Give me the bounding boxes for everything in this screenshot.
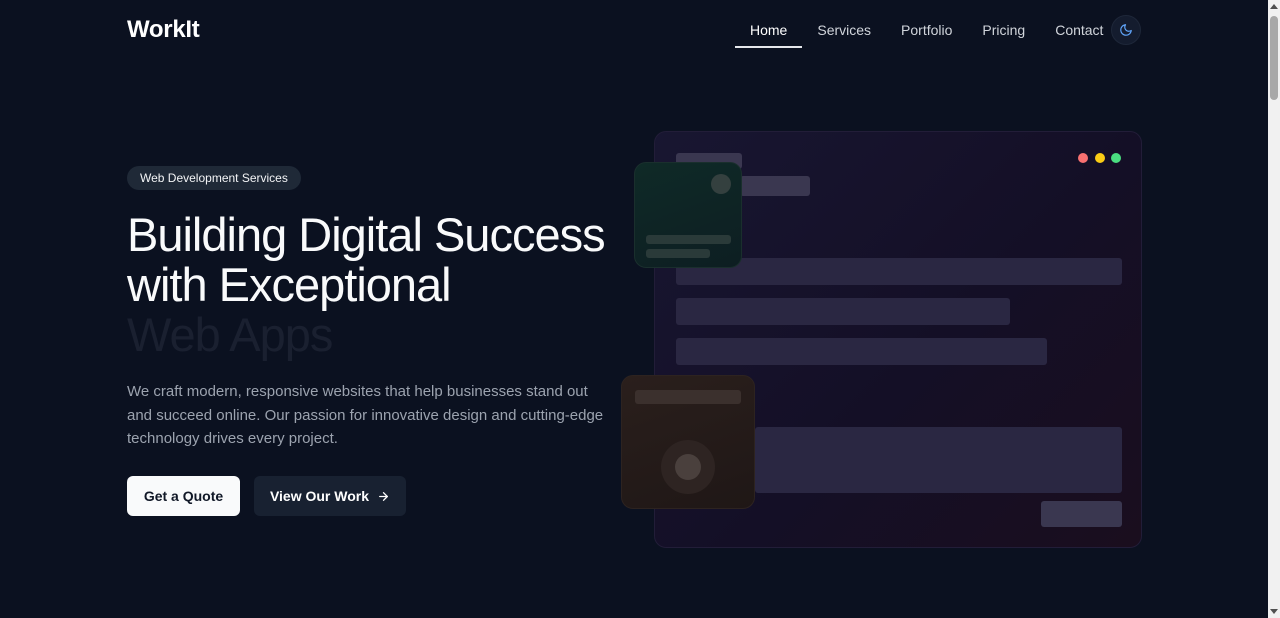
mockup-placeholder-bar	[676, 338, 1047, 365]
card-circle-inner	[675, 454, 701, 480]
vertical-scrollbar[interactable]	[1268, 0, 1280, 618]
mockup-placeholder-button	[1041, 501, 1122, 527]
hero-title-line3: Web Apps	[127, 308, 333, 361]
card-placeholder-bar	[646, 249, 710, 258]
hero-title-line2: with Exceptional	[127, 258, 452, 311]
nav-home[interactable]: Home	[735, 14, 803, 48]
mockup-placeholder-block	[755, 427, 1122, 493]
site-header: WorkIt Home Services Portfolio Pricing C…	[0, 0, 1268, 62]
window-dot-yellow	[1095, 153, 1105, 163]
nav-services[interactable]: Services	[802, 14, 886, 46]
nav-contact[interactable]: Contact	[1040, 14, 1118, 46]
window-dot-red	[1078, 153, 1088, 163]
hero-badge: Web Development Services	[127, 166, 301, 190]
mockup-placeholder-bar	[676, 298, 1010, 325]
get-quote-button[interactable]: Get a Quote	[127, 476, 240, 516]
nav-pricing[interactable]: Pricing	[967, 14, 1040, 46]
floating-card-green	[634, 162, 742, 268]
logo[interactable]: WorkIt	[127, 16, 200, 44]
scrollbar-thumb[interactable]	[1270, 16, 1278, 100]
card-avatar-circle	[711, 174, 731, 194]
get-quote-label: Get a Quote	[143, 488, 224, 504]
card-placeholder-bar	[646, 235, 731, 244]
scroll-down-arrow-icon[interactable]	[1270, 609, 1278, 614]
hero-description: We craft modern, responsive websites tha…	[127, 383, 604, 447]
hero-title: Building Digital Success with Exceptiona…	[127, 210, 617, 360]
hero-title-line1: Building Digital Success	[127, 208, 606, 261]
main-nav: Home Services Portfolio Pricing Contact	[735, 14, 1118, 48]
moon-icon	[1120, 24, 1132, 36]
card-placeholder-bar	[635, 390, 741, 404]
window-dot-green	[1111, 153, 1121, 163]
scroll-up-arrow-icon[interactable]	[1270, 4, 1278, 9]
nav-portfolio[interactable]: Portfolio	[886, 14, 967, 46]
mockup-placeholder-bar	[740, 176, 810, 196]
floating-card-brown	[621, 375, 755, 509]
mockup-placeholder-bar	[676, 258, 1122, 285]
view-work-button[interactable]: View Our Work	[254, 476, 406, 516]
theme-toggle-button[interactable]	[1111, 15, 1141, 45]
view-work-label: View Our Work	[269, 488, 370, 504]
arrow-right-icon	[379, 491, 388, 501]
